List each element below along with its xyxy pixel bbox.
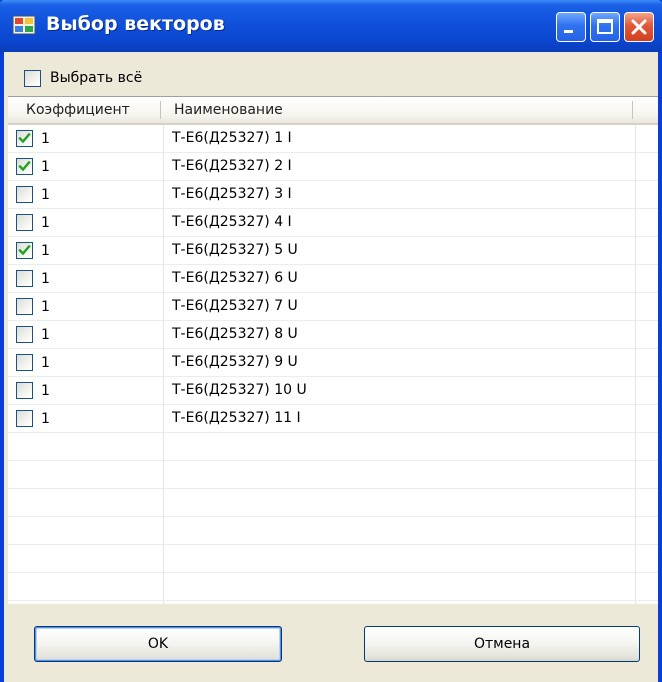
coefficient-cell: 1 <box>16 405 50 432</box>
empty-row <box>8 433 658 461</box>
table-row[interactable]: 1 Т-Е6(Д25327) 10 U <box>8 377 658 405</box>
table-row[interactable]: 1 Т-Е6(Д25327) 11 I <box>8 405 658 433</box>
coefficient-cell: 1 <box>16 153 50 180</box>
row-checkbox[interactable] <box>16 326 33 343</box>
coefficient-value: 1 <box>41 186 50 203</box>
maximize-button[interactable] <box>590 12 620 42</box>
vector-name: Т-Е6(Д25327) 11 I <box>172 410 301 426</box>
table-row[interactable]: 1 Т-Е6(Д25327) 8 U <box>8 321 658 349</box>
column-header-name[interactable]: Наименование <box>174 97 283 123</box>
column-header-coefficient[interactable]: Коэффициент <box>26 97 130 123</box>
checkmark-icon <box>18 132 31 144</box>
vector-name: Т-Е6(Д25327) 8 U <box>172 326 298 342</box>
row-checkbox[interactable] <box>16 130 33 147</box>
maximize-icon <box>597 19 613 34</box>
coefficient-value: 1 <box>41 326 50 343</box>
close-icon <box>631 19 647 35</box>
column-divider[interactable] <box>632 101 633 119</box>
row-checkbox[interactable] <box>16 410 33 427</box>
vector-name: Т-Е6(Д25327) 4 I <box>172 214 292 230</box>
empty-row <box>8 461 658 489</box>
coefficient-value: 1 <box>41 354 50 371</box>
coefficient-value: 1 <box>41 242 50 259</box>
window-title: Выбор векторов <box>46 13 225 35</box>
coefficient-cell: 1 <box>16 125 50 152</box>
empty-row <box>8 545 658 573</box>
coefficient-cell: 1 <box>16 377 50 404</box>
grid-line <box>163 125 164 604</box>
ok-button[interactable]: OK <box>34 626 282 662</box>
vector-name: Т-Е6(Д25327) 7 U <box>172 298 298 314</box>
vector-name: Т-Е6(Д25327) 3 I <box>172 186 292 202</box>
vector-name: Т-Е6(Д25327) 5 U <box>172 242 298 258</box>
coefficient-value: 1 <box>41 382 50 399</box>
minimize-icon <box>564 30 573 33</box>
row-checkbox[interactable] <box>16 158 33 175</box>
coefficient-value: 1 <box>41 130 50 147</box>
app-window-icon <box>12 14 36 36</box>
table-row[interactable]: 1 Т-Е6(Д25327) 2 I <box>8 153 658 181</box>
table-row[interactable]: 1 Т-Е6(Д25327) 1 I <box>8 125 658 153</box>
row-checkbox[interactable] <box>16 270 33 287</box>
table-row[interactable]: 1 Т-Е6(Д25327) 4 I <box>8 209 658 237</box>
coefficient-cell: 1 <box>16 349 50 376</box>
table-row[interactable]: 1 Т-Е6(Д25327) 6 U <box>8 265 658 293</box>
empty-row <box>8 489 658 517</box>
empty-row <box>8 573 658 601</box>
coefficient-cell: 1 <box>16 293 50 320</box>
dialog-window: Выбор векторов Выбрать всё Коэффициент Н… <box>0 0 662 682</box>
coefficient-cell: 1 <box>16 209 50 236</box>
select-all-option[interactable]: Выбрать всё <box>24 66 142 90</box>
cancel-button[interactable]: Отмена <box>364 626 640 662</box>
coefficient-value: 1 <box>41 298 50 315</box>
select-all-checkbox[interactable] <box>24 69 41 87</box>
coefficient-cell: 1 <box>16 181 50 208</box>
row-checkbox[interactable] <box>16 242 33 259</box>
close-button[interactable] <box>624 12 654 42</box>
row-checkbox[interactable] <box>16 186 33 203</box>
coefficient-value: 1 <box>41 270 50 287</box>
vector-name: Т-Е6(Д25327) 10 U <box>172 382 307 398</box>
checkmark-icon <box>18 244 31 256</box>
checkmark-icon <box>18 160 31 172</box>
table-row[interactable]: 1 Т-Е6(Д25327) 3 I <box>8 181 658 209</box>
dialog-client-area: Выбрать всё Коэффициент Наименование 1 Т-… <box>4 52 658 682</box>
row-checkbox[interactable] <box>16 214 33 231</box>
table-row[interactable]: 1 Т-Е6(Д25327) 7 U <box>8 293 658 321</box>
vector-name: Т-Е6(Д25327) 6 U <box>172 270 298 286</box>
row-checkbox[interactable] <box>16 354 33 371</box>
grid-line <box>635 125 636 604</box>
vectors-grid[interactable]: Коэффициент Наименование 1 Т-Е6(Д25327) 1… <box>8 96 658 604</box>
row-checkbox[interactable] <box>16 382 33 399</box>
column-divider[interactable] <box>160 101 161 119</box>
coefficient-cell: 1 <box>16 237 50 264</box>
table-row[interactable]: 1 Т-Е6(Д25327) 5 U <box>8 237 658 265</box>
coefficient-value: 1 <box>41 158 50 175</box>
coefficient-cell: 1 <box>16 321 50 348</box>
vector-name: Т-Е6(Д25327) 2 I <box>172 158 292 174</box>
select-all-label: Выбрать всё <box>50 70 143 86</box>
coefficient-value: 1 <box>41 410 50 427</box>
row-checkbox[interactable] <box>16 298 33 315</box>
minimize-button[interactable] <box>556 12 586 42</box>
coefficient-cell: 1 <box>16 265 50 292</box>
table-row[interactable]: 1 Т-Е6(Д25327) 9 U <box>8 349 658 377</box>
vector-name: Т-Е6(Д25327) 9 U <box>172 354 298 370</box>
coefficient-value: 1 <box>41 214 50 231</box>
title-bar[interactable]: Выбор векторов <box>0 0 662 52</box>
empty-row <box>8 517 658 545</box>
vector-name: Т-Е6(Д25327) 1 I <box>172 130 292 146</box>
grid-header: Коэффициент Наименование <box>8 97 658 125</box>
